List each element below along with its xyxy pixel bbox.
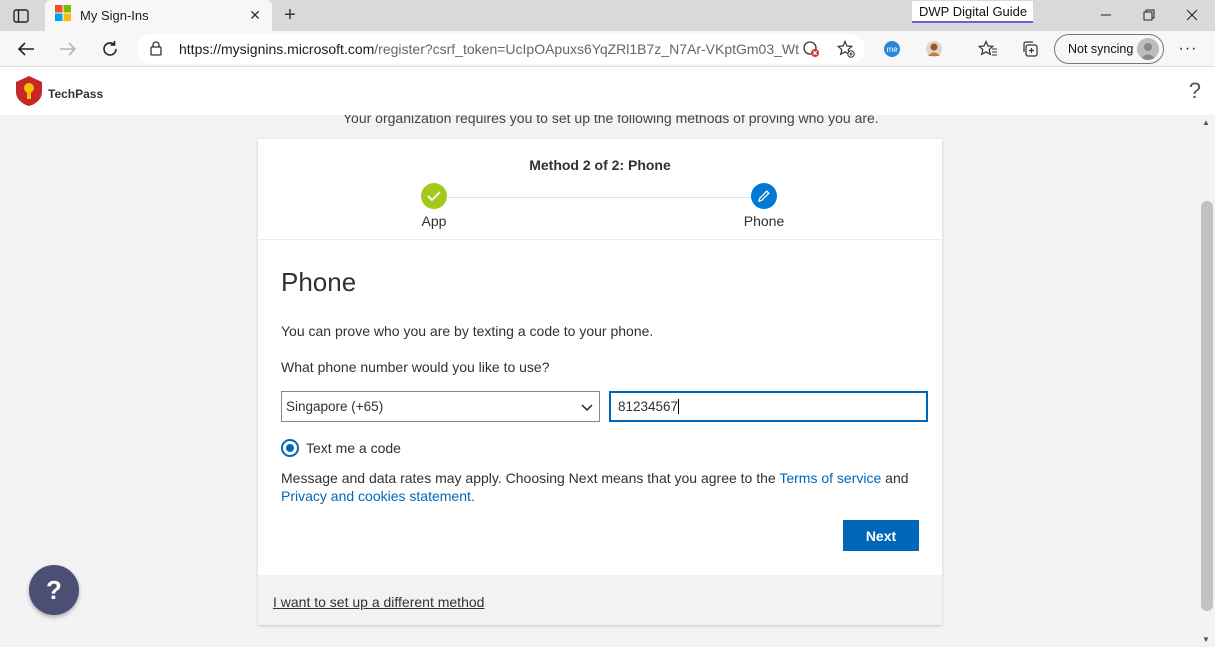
brand-name: TechPass <box>48 86 104 101</box>
browser-tab-strip: My Sign-Ins ✕ + DWP Digital Guide <box>0 0 1215 31</box>
step-label-app: App <box>421 213 447 229</box>
text-me-code-option[interactable]: Text me a code <box>281 439 401 457</box>
check-icon <box>421 183 447 209</box>
minimize-icon[interactable] <box>1095 4 1117 26</box>
next-button[interactable]: Next <box>843 520 919 551</box>
section-title: Phone <box>281 267 357 297</box>
scroll-thumb[interactable] <box>1201 201 1213 611</box>
tracking-prevention-icon[interactable] <box>801 40 821 58</box>
tab-close-icon[interactable]: ✕ <box>246 6 264 24</box>
collections-icon[interactable] <box>1019 39 1041 59</box>
card-footer: I want to set up a different method <box>258 575 942 625</box>
text-caret <box>678 399 680 414</box>
tab-title: My Sign-Ins <box>80 8 149 23</box>
me-extension-icon[interactable]: me <box>881 39 903 59</box>
svg-text:me: me <box>886 45 898 54</box>
techpass-logo-icon <box>14 75 44 112</box>
lock-icon[interactable] <box>150 41 162 61</box>
country-code-value: Singapore (+65) <box>286 399 384 414</box>
phone-number-value: 81234567 <box>618 399 679 414</box>
step-label-phone: Phone <box>743 213 785 229</box>
terms-of-service-link[interactable]: Terms of service <box>779 470 881 486</box>
site-header: TechPass ? <box>0 67 1215 115</box>
microsoft-logo-icon <box>55 5 71 26</box>
page-scrollbar[interactable]: ▲ ▼ <box>1199 115 1215 647</box>
browser-tab-my-sign-ins[interactable]: My Sign-Ins ✕ <box>45 0 272 31</box>
new-tab-button[interactable]: + <box>279 4 301 26</box>
help-icon[interactable]: ? <box>1189 78 1201 104</box>
more-icon[interactable]: ··· <box>1178 39 1198 59</box>
main-content: Your organization requires you to set up… <box>0 115 1199 647</box>
step-app: App <box>394 183 474 229</box>
profile-avatar-icon <box>1137 38 1159 60</box>
close-window-icon[interactable] <box>1181 4 1203 26</box>
refresh-icon[interactable] <box>98 37 122 61</box>
radio-label: Text me a code <box>306 440 401 456</box>
techpass-brand[interactable]: TechPass <box>14 75 103 112</box>
pencil-icon <box>751 183 777 209</box>
add-favorite-icon[interactable] <box>836 40 856 58</box>
phone-number-input[interactable]: 81234567 <box>609 391 928 422</box>
forward-icon[interactable] <box>56 37 80 61</box>
back-icon[interactable] <box>14 37 38 61</box>
different-method-link[interactable]: I want to set up a different method <box>273 594 484 610</box>
method-description: You can prove who you are by texting a c… <box>281 323 654 339</box>
favorites-icon[interactable] <box>977 39 999 59</box>
address-bar[interactable]: https://mysignins.microsoft.com/register… <box>137 34 865 64</box>
method-progress-title: Method 2 of 2: Phone <box>529 157 671 173</box>
restore-icon[interactable] <box>1138 4 1160 26</box>
progress-line <box>448 197 754 198</box>
profile-sync-label: Not syncing <box>1068 42 1134 56</box>
profile-extension-icon[interactable] <box>923 39 945 59</box>
radio-selected-dot <box>286 444 294 452</box>
phone-question: What phone number would you like to use? <box>281 359 550 375</box>
scroll-up-icon[interactable]: ▲ <box>1202 118 1210 127</box>
card-divider <box>258 239 942 240</box>
terms-notice: Message and data rates may apply. Choosi… <box>281 470 909 504</box>
browser-toolbar: https://mysignins.microsoft.com/register… <box>0 31 1215 67</box>
scroll-down-icon[interactable]: ▼ <box>1202 635 1210 644</box>
country-code-select[interactable]: Singapore (+65) <box>281 391 600 422</box>
privacy-statement-link[interactable]: Privacy and cookies statement <box>281 488 471 504</box>
registration-card: Method 2 of 2: Phone App Phone Phone You… <box>258 139 942 625</box>
help-fab-button[interactable]: ? <box>29 565 79 615</box>
radio-button[interactable] <box>281 439 299 457</box>
step-phone: Phone <box>724 183 804 229</box>
intro-text: Your organization requires you to set up… <box>343 115 879 126</box>
dwp-digital-guide-badge[interactable]: DWP Digital Guide <box>912 1 1034 23</box>
tab-actions-icon[interactable] <box>9 6 33 26</box>
profile-sync-button[interactable]: Not syncing <box>1054 34 1164 64</box>
chevron-down-icon <box>581 400 593 415</box>
url-text[interactable]: https://mysignins.microsoft.com/register… <box>179 41 799 57</box>
